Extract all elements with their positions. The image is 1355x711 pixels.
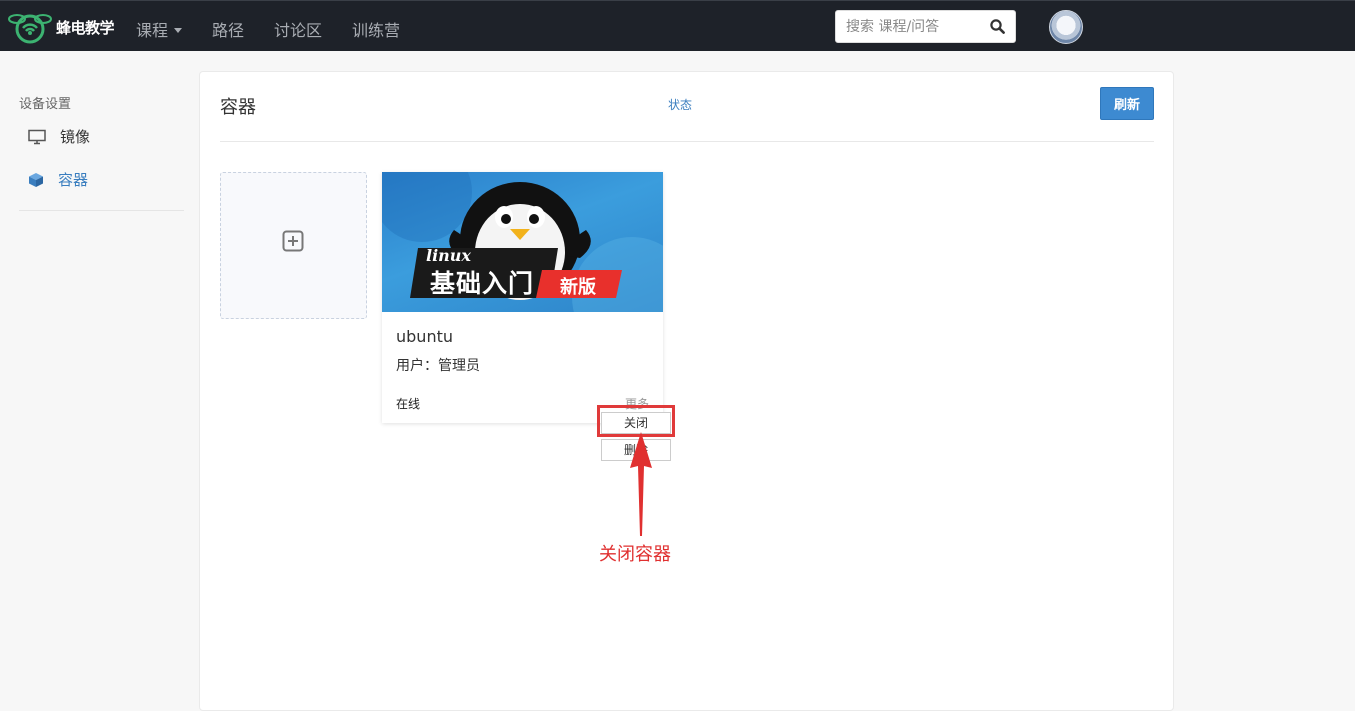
cube-icon [29,172,43,187]
nav-paths[interactable]: 路径 [212,17,244,41]
bee-logo-icon [8,14,52,44]
container-name: ubuntu [396,327,453,346]
header-divider [220,141,1154,142]
page-title: 容器 [220,97,256,118]
monitor-icon [28,129,46,144]
search-box [835,10,1016,43]
container-user: 用户：管理员 [396,358,480,374]
annotation-label: 关闭容器 [599,544,671,565]
refresh-button[interactable]: 刷新 [1100,87,1154,120]
search-icon[interactable] [990,19,1005,34]
container-cover-image: linux 基础入门 新版 [382,172,663,312]
container-card[interactable]: linux 基础入门 新版 ubuntu 用户：管理员 在线 更多 [382,172,663,423]
user-avatar[interactable] [1049,10,1083,44]
sidebar-item-images-label: 镜像 [60,128,91,146]
cover-text-title: 基础入门 [430,269,535,298]
status-link[interactable]: 状态 [668,96,692,113]
sidebar-item-containers[interactable]: 容器 [28,169,88,190]
sidebar-heading: 设备设置 [19,97,72,112]
nav-bootcamp[interactable]: 训练营 [352,17,400,41]
nav-discussion[interactable]: 讨论区 [274,17,322,41]
search-input[interactable] [846,17,986,37]
nav-courses-label: 课程 [136,21,169,40]
chevron-down-icon [174,28,183,33]
nav-courses[interactable]: 课程 [136,17,183,41]
sidebar-item-images[interactable]: 镜像 [28,126,90,147]
plus-square-icon [282,230,304,252]
main-panel: 容器 状态 刷新 linux 基础入门 新版 ubuntu 用户：管理员 在线 … [199,71,1174,711]
cover-text-badge: 新版 [560,277,596,298]
arrow-up-icon [630,432,652,536]
top-navbar: 蜂电教学 课程 路径 讨论区 训练营 [0,0,1355,51]
cover-text-linux: linux [426,246,471,265]
container-status: 在线 [396,397,421,411]
brand-logo[interactable]: 蜂电教学 [8,9,115,45]
add-container-card[interactable] [220,172,367,319]
brand-name: 蜂电教学 [56,18,115,37]
sidebar-item-containers-label: 容器 [58,171,89,189]
sidebar-divider [19,210,184,211]
